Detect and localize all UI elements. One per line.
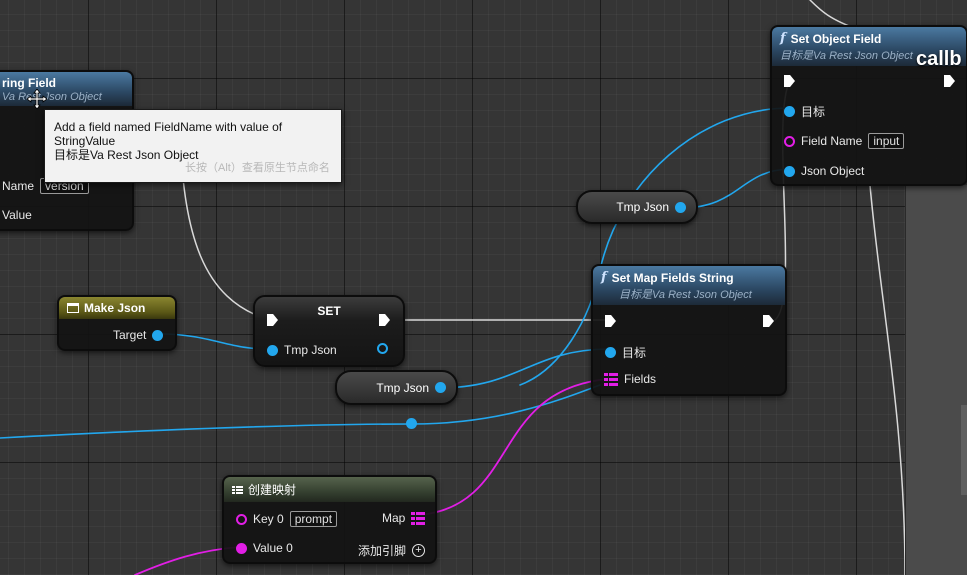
node-title: 创建映射	[248, 483, 297, 497]
tooltip-target: 目标是Va Rest Json Object	[54, 148, 199, 162]
pin-tmp-json[interactable]: Tmp Json	[267, 343, 337, 357]
node-title: ring Field	[2, 76, 56, 90]
var-label: Tmp Json	[376, 380, 429, 395]
node-title-row: Make Json	[67, 301, 167, 315]
exec-out-pin[interactable]	[944, 75, 955, 87]
exec-out-icon[interactable]	[379, 314, 390, 326]
function-icon: f	[601, 270, 607, 285]
string-pin-icon[interactable]	[784, 135, 795, 147]
exec-wire-comment-down	[869, 184, 906, 575]
node-subtitle: Va Rest Json Object	[2, 91, 102, 103]
string-pin-icon[interactable]	[236, 513, 247, 525]
comment-resize-grip[interactable]	[961, 405, 967, 495]
pin-label: Key 0	[253, 512, 284, 526]
function-icon: f	[780, 31, 786, 46]
node-header[interactable]: ring Field Va Rest Json Object	[0, 72, 132, 106]
comment-box[interactable]	[905, 185, 967, 575]
map-pin-icon[interactable]	[411, 511, 426, 525]
object-pin-icon[interactable]	[435, 382, 446, 393]
exec-out-pin[interactable]	[379, 314, 390, 326]
pin-field-name[interactable]: Field Name input	[784, 133, 905, 149]
tooltip-hint: 长按（Alt）查看原生节点命名	[185, 162, 330, 174]
pin-target[interactable]: Target	[113, 328, 164, 342]
exec-out-icon[interactable]	[944, 75, 955, 87]
comment-title[interactable]: callb	[916, 48, 962, 71]
pin-label: Value 0	[253, 541, 293, 555]
exec-in-icon[interactable]	[784, 75, 795, 87]
pin-label: 目标	[801, 105, 826, 119]
node-get-tmp-json[interactable]: Tmp Json	[576, 190, 698, 224]
pin-value-0[interactable]: Value 0	[236, 541, 293, 555]
add-pin-button[interactable]: 添加引脚 +	[358, 542, 426, 559]
exec-in-icon[interactable]	[267, 314, 278, 326]
node-header[interactable]: 创建映射	[224, 477, 435, 502]
object-pin-icon[interactable]	[152, 329, 164, 341]
node-title-row: f Set Map Fields String	[601, 270, 777, 285]
make-map-icon	[232, 485, 243, 494]
node-title: Set Object Field	[790, 31, 882, 46]
object-wire-tmpjson2-to-setmap	[437, 348, 609, 389]
field-name-input[interactable]: input	[868, 133, 905, 149]
node-subtitle: 目标是Va Rest Json Object	[619, 289, 752, 301]
key-input[interactable]: prompt	[289, 511, 338, 527]
exec-in-pin[interactable]	[605, 315, 616, 327]
object-pin-icon[interactable]	[784, 165, 795, 177]
object-pin-icon[interactable]	[267, 344, 278, 356]
map-pin-icon[interactable]	[604, 372, 618, 386]
pin-value[interactable]: Value	[2, 208, 32, 222]
node-title: Set Map Fields String	[611, 270, 734, 285]
var-label: Tmp Json	[616, 200, 669, 214]
pin-key-0[interactable]: Key 0 prompt	[236, 511, 338, 527]
tooltip-description: Add a field named FieldName with value o…	[54, 120, 283, 148]
object-pin-out-icon[interactable]	[377, 343, 388, 354]
pin-label: Map	[382, 511, 406, 525]
add-icon[interactable]: +	[412, 544, 426, 557]
pin-tmp-json-out[interactable]	[377, 343, 388, 354]
node-set-map-fields-string[interactable]: f Set Map Fields String 目标是Va Rest Json …	[591, 264, 787, 396]
node-header[interactable]: f Set Map Fields String 目标是Va Rest Json …	[593, 266, 785, 305]
pin-label: 目标	[622, 346, 647, 360]
node-get-tmp-json[interactable]: Tmp Json	[335, 370, 458, 405]
node-create-map[interactable]: 创建映射 Key 0 prompt Map Value 0 添加引脚 +	[222, 475, 437, 564]
node-title: Make Json	[84, 301, 146, 315]
pin-label: Target	[113, 328, 147, 342]
tooltip: 长按（Alt）查看原生节点命名 Add a field named FieldN…	[44, 109, 342, 183]
add-pin-label: 添加引脚	[358, 544, 407, 558]
exec-out-icon[interactable]	[763, 315, 774, 327]
pin-label: Json Object	[801, 164, 865, 178]
exec-in-pin[interactable]	[784, 75, 795, 87]
exec-in-icon[interactable]	[605, 315, 616, 327]
object-pin-icon[interactable]	[675, 201, 686, 213]
pin-map-out[interactable]: Map	[382, 511, 426, 525]
exec-in-pin[interactable]	[267, 314, 278, 326]
pin-label: Field Name	[801, 134, 863, 148]
pin-label: Value	[2, 208, 32, 222]
node-header[interactable]: Make Json	[59, 297, 175, 319]
pin-target[interactable]: 目标	[605, 344, 646, 361]
pin-label: Fields	[624, 372, 657, 386]
reroute-node[interactable]	[406, 418, 417, 429]
object-pin-icon[interactable]	[605, 347, 616, 358]
string-pin-icon[interactable]	[236, 542, 247, 554]
node-make-json[interactable]: Make Json Target	[57, 295, 177, 351]
object-pin-icon[interactable]	[784, 106, 795, 117]
object-wire-long-left	[0, 384, 601, 439]
pin-label: Name	[2, 179, 35, 193]
node-set-variable[interactable]: SET Tmp Json	[253, 295, 405, 367]
move-cursor-icon	[27, 89, 47, 109]
pin-label: Tmp Json	[284, 343, 337, 357]
pin-json-object[interactable]: Json Object	[784, 164, 864, 178]
node-title-row: f Set Object Field	[780, 31, 958, 46]
pin-target[interactable]: 目标	[784, 103, 825, 120]
pin-fields[interactable]: Fields	[604, 372, 656, 386]
make-struct-icon	[67, 303, 79, 313]
exec-out-pin[interactable]	[763, 315, 774, 327]
node-title-row: 创建映射	[232, 481, 427, 498]
